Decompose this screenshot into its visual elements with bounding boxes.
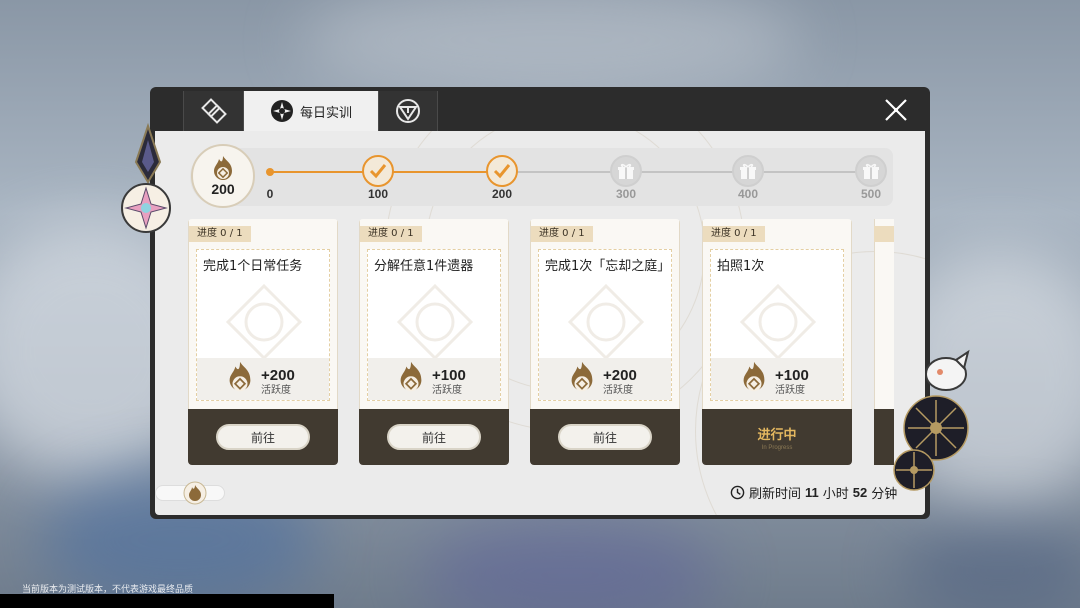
task-progress: 进度 0 / 1 [189,226,251,242]
task-progress-tag [874,226,894,242]
milestone-label: 200 [491,187,513,201]
reward-unit: 活跃度 [261,385,291,396]
task-body: 分解任意1件遗器 +100 活跃度 [367,249,501,401]
go-button[interactable]: 前往 [558,424,652,450]
refresh-hours-unit: 小时 [822,487,849,502]
task-card-top: 进度 0 / 1 完成1个日常任务 +200 活跃度 [188,219,338,409]
task-reward: +100 活跃度 [368,358,500,400]
close-icon[interactable] [882,96,910,124]
flame-coin-icon [743,361,765,392]
flame-coin-icon [400,361,422,392]
track-line-todo [626,171,748,173]
gift-icon [740,163,756,179]
go-button[interactable]: 前往 [387,424,481,450]
refresh-timer: 刷新时间 11 小时 52 分钟 [730,483,897,502]
gift-icon [618,163,634,179]
task-title: 完成1次「忘却之庭」 [545,259,671,274]
tab-label: 每日实训 [299,105,352,121]
milestone-300-reward[interactable] [610,155,642,187]
task-progress: 进度 0 / 1 [360,226,422,242]
task-reward: +100 活跃度 [711,358,843,400]
emblem-watermark-icon [739,283,817,361]
task-card-top: 进度 0 / 1 拍照1次 +100 活跃度 [702,219,852,409]
background-blur [900,520,1080,608]
bunny-ornament-icon [925,349,970,391]
milestone-label: 100 [367,187,389,201]
tab-daily-training[interactable]: 每日实训 [243,91,378,131]
task-card-footer: 前往 [530,409,680,465]
activity-points-badge: 200 [191,144,255,208]
task-card-footer [874,409,894,465]
check-icon [493,164,511,179]
activity-track [190,148,893,206]
reward-unit: 活跃度 [775,385,805,396]
emblem-watermark-icon [225,283,303,361]
task-progress: 进度 0 / 1 [703,226,765,242]
track-line-todo [748,171,870,173]
task-title: 拍照1次 [717,259,765,274]
reward-unit: 活跃度 [603,385,633,396]
diamond-cards-icon [200,98,227,124]
task-card-footer: 前往 [188,409,338,465]
go-button[interactable]: 前往 [216,424,310,450]
in-progress-sublabel: In Progress [761,444,793,451]
task-card-top [874,219,894,409]
flame-coin-icon [183,481,207,505]
task-reward: +200 活跃度 [197,358,329,400]
task-title: 完成1个日常任务 [203,259,303,274]
background-blur [300,0,800,100]
emblem-watermark-icon [567,283,645,361]
task-body: 完成1次「忘却之庭」 +200 活跃度 [538,249,672,401]
flame-coin-icon [571,361,593,392]
task-card: 进度 0 / 1 完成1次「忘却之庭」 +200 活跃度 前往 [530,219,680,465]
track-line-todo [502,171,626,173]
tab-challenges[interactable] [378,91,438,131]
refresh-hours: 11 [805,485,819,500]
emblem-watermark-icon [396,283,474,361]
milestone-100-claimed[interactable] [362,155,394,187]
milestone-label: 0 [266,187,274,201]
track-line-done [378,171,502,173]
refresh-minutes: 52 [852,485,868,500]
activity-points-value: 200 [211,181,235,197]
task-card: 进度 0 / 1 拍照1次 +100 活跃度 进行中 In Progress [702,219,852,465]
check-icon [369,164,387,179]
task-card-footer: 前往 [359,409,509,465]
task-card-partial [874,219,894,465]
task-card: 进度 0 / 1 完成1个日常任务 +200 活跃度 前往 [188,219,338,465]
task-card-top: 进度 0 / 1 分解任意1件遗器 +100 活跃度 [359,219,509,409]
task-reward: +200 活跃度 [539,358,671,400]
refresh-prefix: 刷新时间 [749,487,802,502]
reward-unit: 活跃度 [432,385,462,396]
milestone-400-reward[interactable] [732,155,764,187]
task-card-footer[interactable]: 进行中 In Progress [702,409,852,465]
hexagon-tri-icon [396,99,420,123]
milestone-label: 500 [860,187,882,201]
task-progress: 进度 0 / 1 [531,226,593,242]
compass-cross-icon [270,100,293,122]
task-card-top: 进度 0 / 1 完成1次「忘却之庭」 +200 活跃度 [530,219,680,409]
in-progress-label: 进行中 [757,427,797,443]
milestone-500-reward[interactable] [855,155,887,187]
milestone-200-claimed[interactable] [486,155,518,187]
flame-coin-icon [229,361,251,392]
task-body: 拍照1次 +100 活跃度 [710,249,844,401]
gift-icon [863,163,879,179]
flower-ornament-icon [893,395,969,491]
task-body: 完成1个日常任务 +200 活跃度 [196,249,330,401]
tab-assignments[interactable] [183,91,243,131]
lantern-ornament-icon [121,122,171,233]
redaction-bar [0,594,334,608]
background-blur [420,520,720,608]
refresh-minutes-unit: 分钟 [871,487,898,502]
task-title: 分解任意1件遗器 [374,259,474,274]
milestone-label: 300 [615,187,637,201]
task-card: 进度 0 / 1 分解任意1件遗器 +100 活跃度 前往 [359,219,509,465]
milestone-label: 400 [737,187,759,201]
track-start-dot [266,168,274,176]
flame-coin-icon [214,156,232,180]
clock-icon [730,485,745,500]
